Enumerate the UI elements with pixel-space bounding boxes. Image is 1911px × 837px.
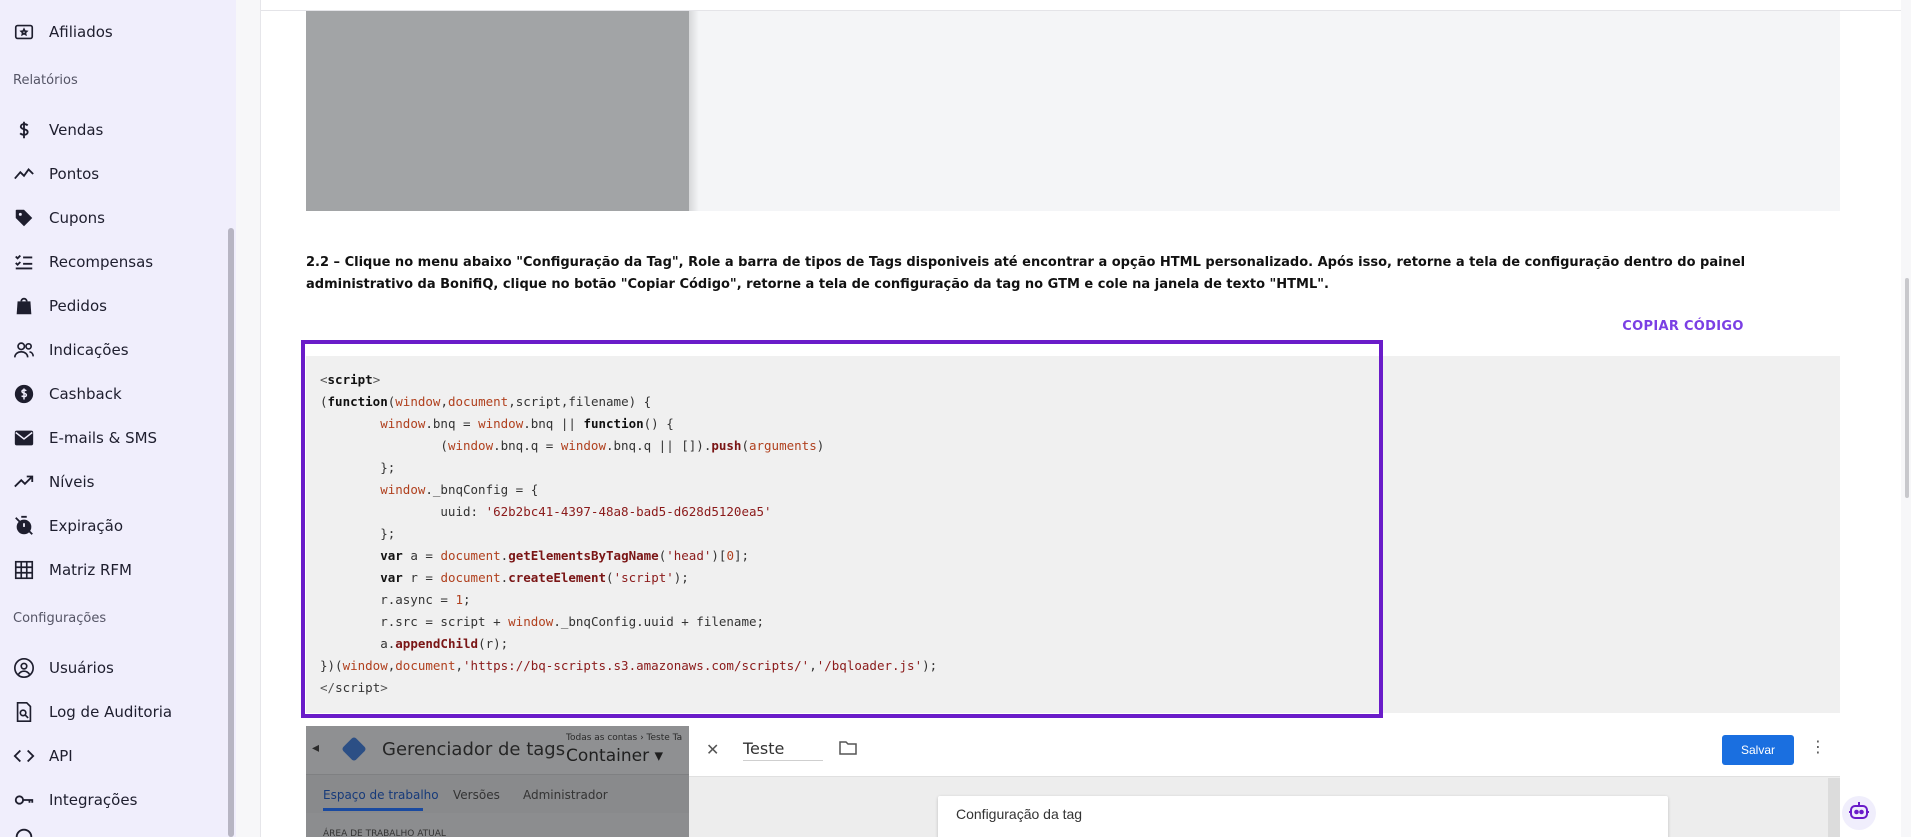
sidebar-item-label: Matriz RFM [49,561,132,579]
sidebar-item-partial[interactable] [12,822,49,837]
sidebar-item-pedidos[interactable]: Pedidos [12,291,107,321]
sidebar-item-usuarios[interactable]: Usuários [12,653,114,683]
key-icon [12,788,36,812]
gtm-save-button: Salvar [1722,735,1794,765]
section-label-relatorios: Relatórios [13,73,78,88]
file-search-icon [12,700,36,724]
gtm-tab-underline [323,808,423,811]
copy-code-button[interactable]: COPIAR CÓDIGO [1618,314,1748,338]
gtm-screenshot: ◂ Gerenciador de tags Todas as contas › … [306,726,1840,837]
code-uuid: '62b2bc41-4397-48a8-bad5-d628d5120ea5' [485,504,772,519]
gtm-area-label: ÁREA DE TRABALHO ATUAL [323,829,446,837]
gtm-tab-admin: Administrador [523,788,608,802]
sidebar-item-label: E-mails & SMS [49,429,158,447]
folder-icon [839,740,857,760]
sidebar-item-integracoes[interactable]: Integrações [12,785,137,815]
user-circle-icon [12,656,36,680]
more-vert-icon: ⋮ [1810,737,1826,756]
sidebar-item-label: Cashback [49,385,122,403]
coin-dollar-icon [12,382,36,406]
sidebar-item-label: Níveis [49,473,95,491]
gtm-card-title: Configuração da tag [956,806,1083,822]
sidebar-item-label: API [49,747,73,765]
gtm-tag-config-card: Configuração da tag [938,796,1668,837]
sidebar-item-label: Pedidos [49,297,107,315]
sidebar-item-label: Recompensas [49,253,154,271]
users-icon [12,338,36,362]
checklist-icon [12,250,36,274]
gtm-editor-header [689,726,1840,777]
tag-icon [12,206,36,230]
sidebar-item-label: Indicações [49,341,129,359]
gear-icon [12,825,36,837]
sidebar-item-pontos[interactable]: Pontos [12,159,99,189]
main-content: 2.2 – Clique no menu abaixo "Configuraçã… [260,0,1901,837]
gtm-tag-name: Teste [743,739,823,761]
instruction-text: 2.2 – Clique no menu abaixo "Configuraçã… [306,255,1746,292]
assistant-button[interactable] [1842,796,1876,830]
sidebar-item-label: Expiração [49,517,124,535]
sidebar-item-label: Cupons [49,209,106,227]
code-url: 'https://bq-scripts.s3.amazonaws.com/scr… [463,658,810,673]
sidebar-item-cashback[interactable]: Cashback [12,379,122,409]
screenshot-overlay [306,11,689,211]
gtm-breadcrumb: Todas as contas › Teste Ta [566,733,683,743]
back-arrow-icon: ◂ [312,740,320,756]
tutorial-screenshot-top [306,11,1840,211]
gtm-tab-workspace: Espaço de trabalho [323,788,439,802]
gtm-tab-versions: Versões [453,788,500,802]
sidebar-item-label: Log de Auditoria [49,703,173,721]
sidebar-item-label: Usuários [49,659,114,677]
sidebar-item-matriz-rfm[interactable]: Matriz RFM [12,555,132,585]
sidebar-item-afiliados[interactable]: Afiliados [12,17,113,47]
sidebar-item-vendas[interactable]: Vendas [12,115,103,145]
gtm-left-panel: ◂ Gerenciador de tags Todas as contas › … [306,726,689,837]
code-snippet[interactable]: <script> (function(window,document,scrip… [320,369,937,699]
sidebar-item-log-auditoria[interactable]: Log de Auditoria [12,697,172,727]
ticket-star-icon [12,20,36,44]
sidebar-item-expiracao[interactable]: Expiração [12,511,123,541]
code-brackets-icon [12,744,36,768]
sidebar-item-label: Pontos [49,165,100,183]
shopping-bag-icon [12,294,36,318]
grid-icon [12,558,36,582]
close-icon: ✕ [706,740,720,759]
sidebar-item-emails-sms[interactable]: E-mails & SMS [12,423,157,453]
sidebar: Afiliados Relatórios Vendas Pontos Cupon… [0,0,236,837]
timer-off-icon [12,514,36,538]
sidebar-item-label: Integrações [49,791,138,809]
sidebar-item-indicacoes[interactable]: Indicações [12,335,129,365]
gtm-container-selector: Container ▾ [566,746,664,766]
top-strip [261,0,1901,11]
trending-up-icon [12,470,36,494]
robot-icon [1847,799,1871,827]
page-scrollbar[interactable] [1905,278,1909,498]
trend-line-icon [12,162,36,186]
sidebar-item-label: Vendas [49,121,104,139]
sidebar-scrollbar[interactable] [228,228,234,837]
sidebar-item-recompensas[interactable]: Recompensas [12,247,153,277]
code-loader: '/bqloader.js' [816,658,923,673]
dollar-icon [12,118,36,142]
sidebar-item-niveis[interactable]: Níveis [12,467,94,497]
sidebar-item-cupons[interactable]: Cupons [12,203,105,233]
sidebar-item-label: Afiliados [49,23,113,41]
section-label-configuracoes: Configurações [13,611,107,626]
gtm-scrollbar [1828,778,1840,837]
sidebar-item-api[interactable]: API [12,741,73,771]
screenshot-shadow [689,11,699,211]
mail-icon [12,426,36,450]
gtm-app-title: Gerenciador de tags [382,739,566,760]
